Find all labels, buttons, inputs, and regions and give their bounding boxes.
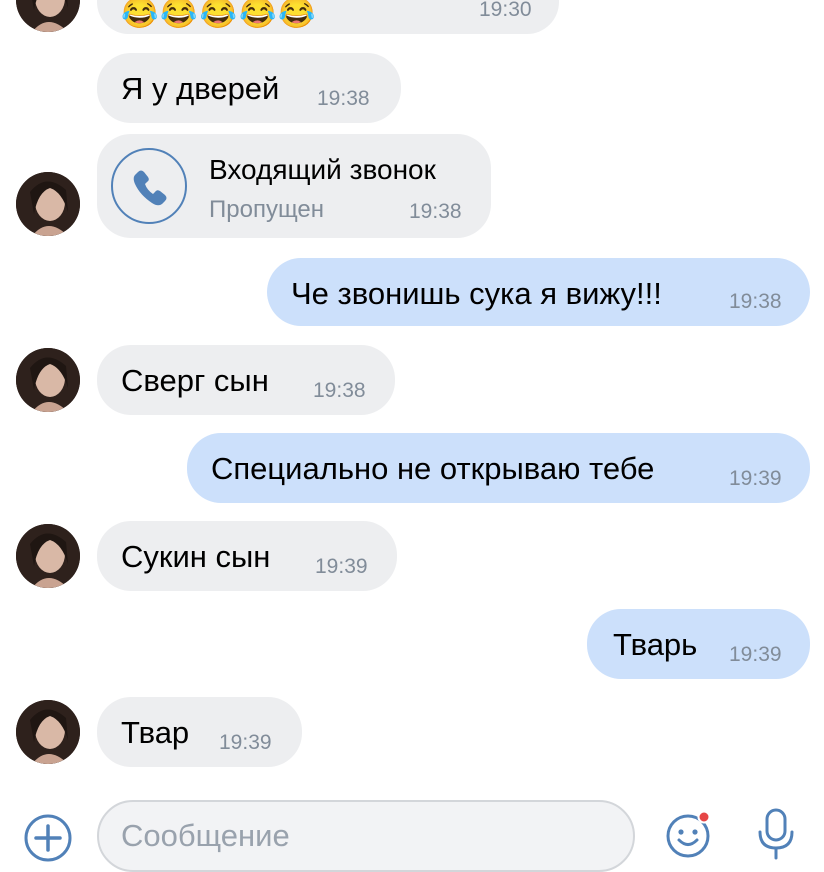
- message-composer: [0, 790, 824, 872]
- message-bubble-outgoing[interactable]: Специально не открываю тебе 19:39: [187, 433, 810, 503]
- message-time: 19:38: [317, 87, 370, 110]
- call-title: Входящий звонок: [209, 154, 436, 185]
- message-text: Специально не открываю тебе: [211, 451, 655, 486]
- contact-avatar[interactable]: [16, 524, 80, 588]
- message-time: 19:38: [409, 200, 462, 223]
- message-text: Сверг сын: [121, 363, 269, 398]
- message-time: 19:38: [313, 379, 366, 402]
- message-time: 19:39: [729, 467, 782, 490]
- contact-avatar[interactable]: [16, 0, 80, 32]
- microphone-icon[interactable]: [750, 804, 802, 862]
- message-time: 19:30: [479, 0, 532, 21]
- message-bubble-incoming[interactable]: Я у дверей 19:38: [97, 53, 401, 123]
- message-bubble-incoming[interactable]: Сукин сын 19:39: [97, 521, 397, 591]
- message-bubble-incoming[interactable]: Сверг сын 19:38: [97, 345, 395, 415]
- call-status: Пропущен: [209, 196, 325, 223]
- message-bubble-incoming[interactable]: Твар 19:39: [97, 697, 302, 767]
- contact-avatar[interactable]: [16, 348, 80, 412]
- message-text: Тварь: [613, 627, 698, 662]
- message-text: Сукин сын: [121, 539, 271, 574]
- message-time: 19:39: [729, 643, 782, 666]
- plus-circle-icon[interactable]: [22, 812, 74, 864]
- message-text: Че звонишь сука я вижу!!!: [291, 276, 662, 311]
- message-time: 19:39: [315, 555, 368, 578]
- message-bubble-outgoing[interactable]: Тварь 19:39: [587, 609, 810, 679]
- message-bubble-incoming[interactable]: 😂😂😂😂😂 19:30: [97, 0, 559, 34]
- message-text: Я у дверей: [121, 71, 280, 106]
- message-bubble-outgoing[interactable]: Че звонишь сука я вижу!!! 19:38: [267, 258, 810, 326]
- contact-avatar[interactable]: [16, 700, 80, 764]
- message-input[interactable]: [97, 800, 635, 872]
- message-text: Твар: [121, 715, 190, 750]
- smiley-icon[interactable]: [662, 808, 714, 860]
- message-time: 19:38: [729, 290, 782, 313]
- missed-call-bubble[interactable]: Входящий звонок Пропущен 19:38: [97, 134, 491, 238]
- message-emoji: 😂😂😂😂😂: [121, 0, 318, 30]
- contact-avatar[interactable]: [16, 172, 80, 236]
- phone-icon[interactable]: [111, 148, 187, 224]
- message-time: 19:39: [219, 731, 272, 754]
